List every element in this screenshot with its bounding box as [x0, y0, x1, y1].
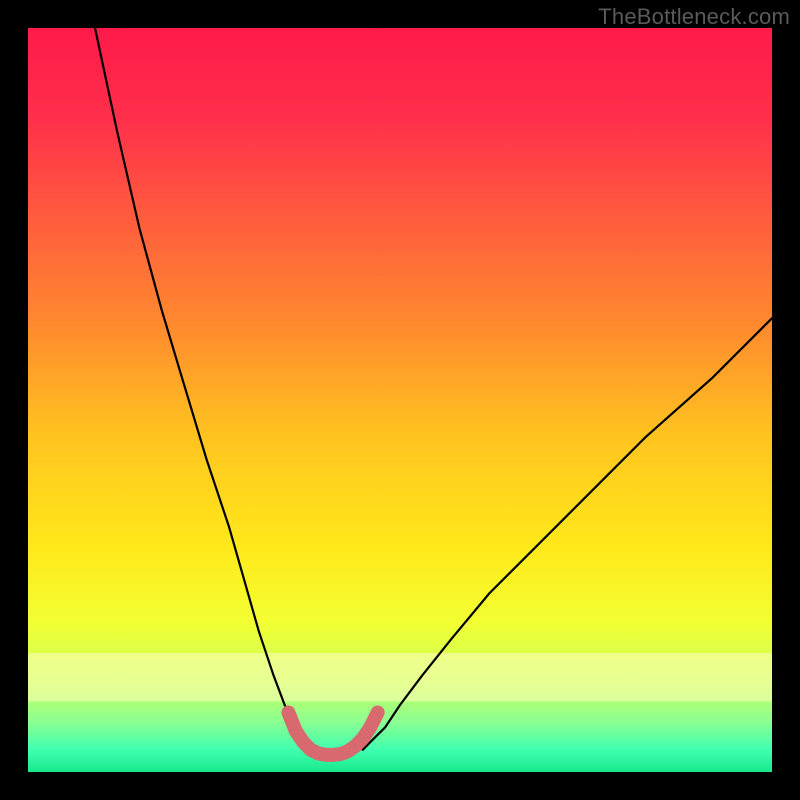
outer-frame: TheBottleneck.com: [0, 0, 800, 800]
plot-area: [28, 28, 772, 772]
watermark-text: TheBottleneck.com: [598, 4, 790, 30]
highlight-band: [28, 653, 772, 701]
chart-svg: [28, 28, 772, 772]
